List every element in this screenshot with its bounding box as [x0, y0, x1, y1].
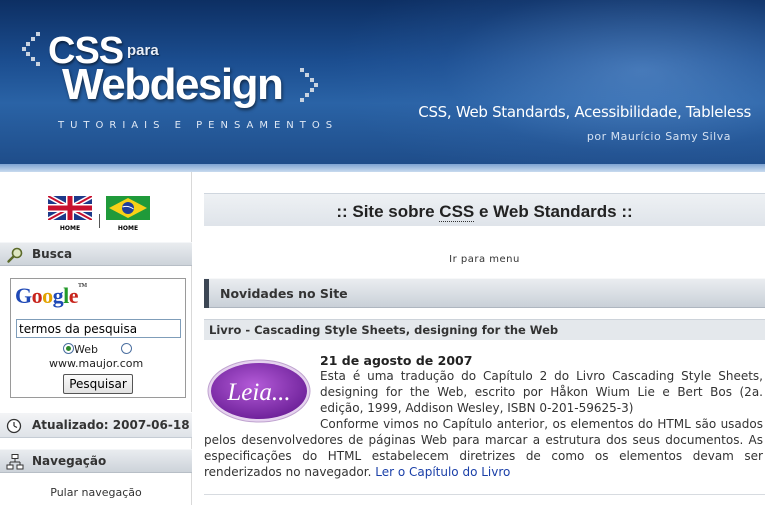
brazil-flag-icon: [106, 196, 150, 220]
article-paragraph-1: Esta é uma tradução do Capítulo 2 do Liv…: [320, 369, 763, 415]
search-scope-options: Web: [63, 343, 132, 356]
page-title-suffix: e Web Standards ::: [474, 202, 633, 221]
nav-section-title: Navegação: [32, 454, 107, 468]
read-chapter-link[interactable]: Ler o Capítulo do Livro: [375, 465, 510, 479]
search-section-header: Busca: [0, 242, 192, 266]
page-title-prefix: :: Site sobre: [336, 202, 440, 221]
article-paragraph-2-wrap: Conforme vimos no Capítulo anterior, os …: [204, 416, 763, 480]
page-title: :: Site sobre CSS e Web Standards ::: [204, 202, 765, 222]
google-search-box: GoogleTM Web www.maujor.com Pesquisar: [10, 278, 186, 398]
flag-link-uk[interactable]: HOME: [46, 193, 94, 232]
dots-right-icon: [300, 68, 318, 102]
article-date: 21 de agosto de 2007: [320, 353, 473, 368]
last-updated-text: Atualizado: 2007-06-18: [32, 418, 190, 432]
article-divider: [204, 494, 765, 495]
article-paragraph-2-indent: [204, 417, 320, 431]
clock-icon: [6, 418, 22, 434]
header-bottom-strip: [0, 164, 765, 172]
logo-para-text: para: [127, 42, 159, 59]
radio-site[interactable]: [120, 343, 132, 354]
flag-link-brazil[interactable]: HOME: [106, 196, 150, 232]
leia-badge-text: Leia...: [226, 379, 290, 406]
sitemap-icon: [6, 454, 24, 470]
news-header-accent: [204, 279, 209, 308]
uk-flag-icon: [46, 193, 94, 223]
language-flags: HOME HOME: [46, 193, 158, 232]
logo-webdesign-text: Webdesign: [62, 60, 284, 109]
site-title-bar: :: Site sobre CSS e Web Standards ::: [204, 193, 765, 226]
flag-caption: HOME: [117, 225, 139, 232]
goto-menu-link[interactable]: Ir para menu: [204, 254, 765, 265]
article-title-bar: Livro - Cascading Style Sheets, designin…: [204, 319, 765, 340]
header-sheen: [330, 0, 765, 172]
site-header: CSS para Webdesign TUTORIAIS E PENSAMENT…: [0, 0, 765, 172]
radio-web-label: Web: [74, 343, 98, 356]
dots-left-icon: [22, 32, 40, 66]
google-tm: TM: [78, 283, 87, 289]
sidebar: HOME HOME Busca GoogleTM Web: [0, 172, 192, 505]
header-author: por Maurício Samy Silva: [586, 130, 731, 143]
search-button[interactable]: Pesquisar: [63, 374, 133, 394]
radio-web[interactable]: [63, 343, 74, 354]
main-content: :: Site sobre CSS e Web Standards :: Ir …: [204, 172, 765, 505]
last-updated: Atualizado: 2007-06-18: [0, 412, 192, 438]
news-section-title: Novidades no Site: [220, 286, 348, 301]
flag-separator: [99, 214, 100, 228]
article-title: Livro - Cascading Style Sheets, designin…: [209, 323, 559, 337]
header-subtitle: CSS, Web Standards, Acessibilidade, Tabl…: [418, 103, 751, 121]
leia-badge-icon[interactable]: Leia...: [206, 358, 312, 424]
search-section-title: Busca: [32, 247, 73, 261]
google-logo: GoogleTM: [15, 283, 87, 308]
page-title-abbr: CSS: [439, 202, 475, 222]
news-section-header: Novidades no Site: [204, 278, 765, 308]
search-input[interactable]: [16, 319, 181, 338]
flag-caption: HOME: [59, 225, 81, 232]
radio-site-label: www.maujor.com: [49, 357, 144, 370]
logo-tagline: TUTORIAIS E PENSAMENTOS: [58, 120, 339, 131]
nav-section-header: Navegação: [0, 449, 192, 473]
search-icon: [7, 247, 23, 263]
skip-navigation-link[interactable]: Pular navegação: [0, 486, 192, 499]
article-body: Leia... 21 de agosto de 2007 Esta é uma …: [204, 348, 765, 498]
